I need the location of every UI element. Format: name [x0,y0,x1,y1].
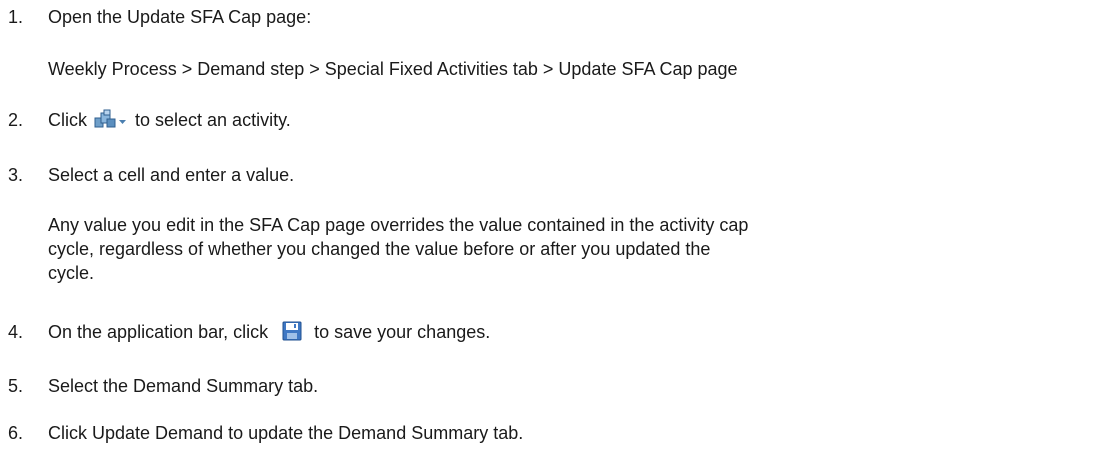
step-number: 5. [8,376,24,396]
step-text: Open the Update SFA Cap page: [48,7,312,27]
step-text: Click Update Demand to update the Demand… [48,423,524,443]
step-4: 4. On the application bar, click to save … [8,321,490,346]
note-line: Any value you edit in the SFA Cap page o… [48,215,749,235]
procedure-document: 1. Open the Update SFA Cap page: Weekly P… [0,0,1104,454]
step-number: 4. [8,322,24,342]
note-line: cycle. [48,263,95,283]
step-text-after: to select an activity. [135,110,291,130]
step-number: 6. [8,423,24,443]
step-text-after: to save your changes. [314,322,491,342]
navigation-path: Weekly Process > Demand step > Special F… [48,59,738,79]
step-note: Any value you edit in the SFA Cap page o… [48,213,748,285]
step-text: Select the Demand Summary tab. [48,376,319,396]
step-number: 3. [8,165,24,185]
step-number: 2. [8,110,24,130]
activity-selector-icon [93,109,129,134]
step-number: 1. [8,7,24,27]
step-text-before: On the application bar, click [48,322,269,342]
step-6: 6. Click Update Demand to update the Dema… [8,422,523,444]
step-text-before: Click [48,110,87,130]
note-line: cycle, regardless of whether you changed… [48,239,711,259]
save-icon [282,321,302,346]
step-5: 5. Select the Demand Summary tab. [8,375,318,397]
step-1: 1. Open the Update SFA Cap page: [8,6,311,28]
step-2: 2. Click to select an activity. [8,109,291,134]
step-3: 3. Select a cell and enter a value. [8,164,294,186]
step-text: Select a cell and enter a value. [48,165,295,185]
